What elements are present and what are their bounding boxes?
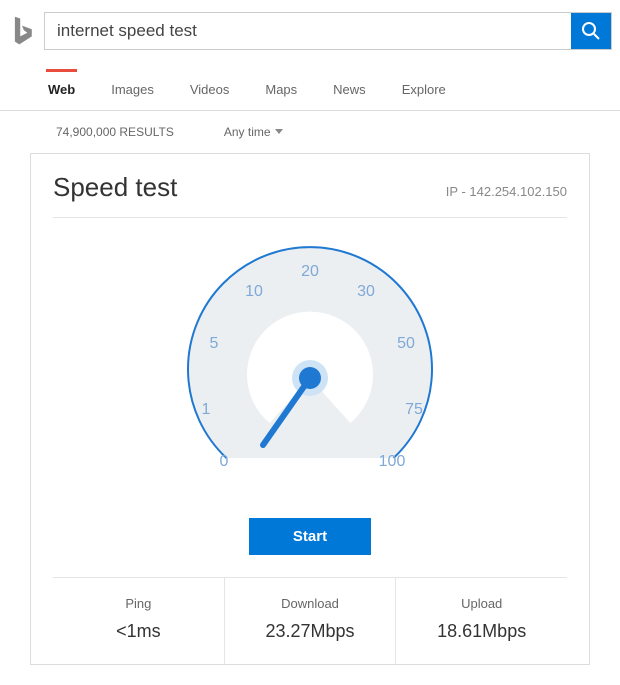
speed-test-card: Speed test IP - 142.254.102.150 0 1 5 10…	[30, 153, 590, 665]
gauge-tick-50: 50	[397, 335, 415, 353]
stat-download-label: Download	[225, 596, 396, 611]
card-title: Speed test	[53, 172, 177, 203]
gauge-tick-1: 1	[202, 401, 211, 419]
results-meta: 74,900,000 RESULTS Any time	[0, 111, 620, 153]
speed-gauge: 0 1 5 10 20 30 50 75 100	[170, 228, 450, 508]
tab-news[interactable]: News	[331, 69, 368, 107]
time-filter[interactable]: Any time	[224, 125, 283, 139]
time-filter-label: Any time	[224, 125, 271, 139]
stat-upload-value: 18.61Mbps	[396, 621, 567, 642]
search-icon	[581, 21, 601, 41]
tab-videos[interactable]: Videos	[188, 69, 232, 107]
header	[0, 0, 620, 58]
tab-bar: Web Images Videos Maps News Explore	[0, 64, 620, 111]
gauge-tick-20: 20	[301, 263, 319, 281]
gauge-tick-75: 75	[405, 401, 423, 419]
stat-upload-label: Upload	[396, 596, 567, 611]
bing-logo-icon	[8, 15, 36, 47]
gauge-area: 0 1 5 10 20 30 50 75 100	[53, 218, 567, 518]
tab-images[interactable]: Images	[109, 69, 156, 107]
stat-download-value: 23.27Mbps	[225, 621, 396, 642]
start-button[interactable]: Start	[249, 518, 371, 555]
search-input[interactable]	[45, 13, 571, 49]
stats-row: Ping <1ms Download 23.27Mbps Upload 18.6…	[53, 577, 567, 664]
gauge-tick-30: 30	[357, 283, 375, 301]
stat-ping-value: <1ms	[53, 621, 224, 642]
gauge-tick-10: 10	[245, 283, 263, 301]
stat-download: Download 23.27Mbps	[224, 578, 396, 664]
gauge-tick-0: 0	[220, 453, 229, 471]
tab-web[interactable]: Web	[46, 69, 77, 107]
search-button[interactable]	[571, 13, 611, 49]
ip-address: IP - 142.254.102.150	[446, 184, 567, 199]
tab-explore[interactable]: Explore	[400, 69, 448, 107]
stat-ping-label: Ping	[53, 596, 224, 611]
card-header: Speed test IP - 142.254.102.150	[53, 172, 567, 218]
stat-upload: Upload 18.61Mbps	[395, 578, 567, 664]
results-count: 74,900,000 RESULTS	[56, 125, 174, 139]
gauge-tick-100: 100	[379, 453, 406, 471]
search-bar	[44, 12, 612, 50]
stat-ping: Ping <1ms	[53, 578, 224, 664]
start-button-wrap: Start	[53, 518, 567, 577]
gauge-tick-5: 5	[210, 335, 219, 353]
chevron-down-icon	[275, 129, 283, 135]
tab-maps[interactable]: Maps	[263, 69, 299, 107]
